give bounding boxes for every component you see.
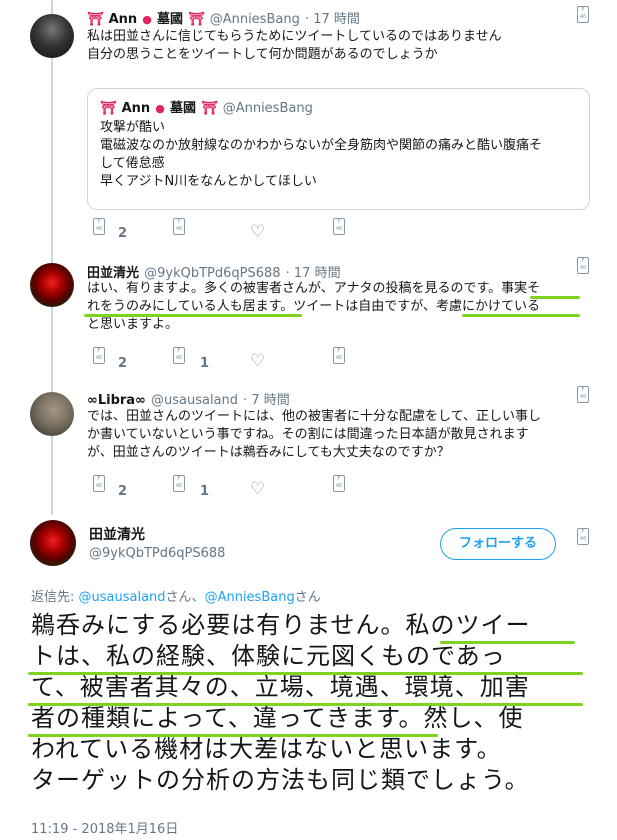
quote-author-suffix: 墓國	[169, 101, 196, 116]
highlight-underline	[440, 641, 575, 644]
quoted-tweet[interactable]: ⛩ Ann ● 墓國 ⛩ @AnniesBang 攻撃が酷い 電磁波なのか放射線…	[87, 88, 590, 210]
timestamp[interactable]: 11:19 - 2018年1月16日	[31, 818, 178, 837]
main-line: 鵜呑みにする必要は有りません。私のツイー	[31, 611, 531, 639]
retweet-icon[interactable]: F 46	[173, 218, 185, 235]
retweet-count: 1	[200, 484, 210, 499]
quote-text: 攻撃が酷い 電磁波なのか放射線なのかわからないが全身筋肉や関節の痛みと酷い腹痛そ…	[100, 119, 542, 191]
like-icon[interactable]: ♡	[250, 351, 265, 371]
highlight-underline	[84, 314, 302, 317]
share-icon[interactable]: F 46	[333, 347, 345, 364]
retweet-icon[interactable]: F 46	[173, 475, 185, 492]
main-line: ターゲットの分析の方法も同じ類でしょう。	[31, 766, 530, 794]
torii-icon: ⛩	[188, 12, 205, 27]
caret-icon[interactable]: F 46	[577, 528, 589, 545]
author-name[interactable]: 田並清光	[89, 524, 145, 544]
reply-to-link[interactable]: @usausaland	[79, 590, 166, 605]
quote-line: 電磁波なのか放射線なのかわからないが全身筋肉や関節の痛みと酷い腹痛そ	[100, 138, 543, 153]
reply-icon[interactable]: F 46	[93, 218, 105, 235]
quote-line: 早くアジトN川をなんとかしてほしい	[100, 174, 317, 189]
author-handle[interactable]: @9ykQbTPd6qPS688	[89, 546, 225, 561]
author-name[interactable]: Ann	[109, 12, 138, 27]
tweet-line: では、田並さんのツイートには、他の被害者に十分な配慮をして、正しい事し	[87, 409, 541, 424]
tweet-time[interactable]: · 17 時間	[286, 266, 341, 281]
tweet-text: 私は田並さんに信じてもらうためにツイートしているのではありません 自分の思うこと…	[87, 28, 502, 64]
reply-count: 2	[118, 356, 128, 371]
avatar[interactable]	[30, 263, 74, 307]
torii-icon: ⛩	[100, 101, 117, 116]
avatar[interactable]	[30, 392, 74, 436]
highlight-underline	[28, 672, 583, 675]
tweet-header: ∞Libra∞ @usausaland · 7 時間	[87, 389, 290, 408]
quote-author-name: Ann	[121, 101, 151, 116]
avatar[interactable]	[30, 14, 74, 58]
like-icon[interactable]: ♡	[250, 222, 265, 242]
quote-line: して倦怠感	[100, 156, 165, 171]
flag-icon: ●	[155, 102, 165, 115]
reply-to-prefix: 返信先:	[31, 590, 79, 605]
reply-icon[interactable]: F 46	[93, 347, 105, 364]
highlight-underline	[28, 703, 583, 706]
tweet-line: が、田並さんのツイートは鵜呑みにしても大丈夫なのですか？	[87, 445, 450, 460]
highlight-underline	[462, 314, 580, 317]
quote-author-handle: @AnniesBang	[222, 101, 313, 116]
reply-to: 返信先: @usausalandさん、@AnniesBangさん	[31, 586, 321, 605]
thread-line	[51, 0, 53, 515]
share-icon[interactable]: F 46	[333, 475, 345, 492]
tweet-line: と思いますよ。	[87, 317, 179, 332]
tweet-line: か書いていないという事ですね。その割には間違った日本語が散見されます	[87, 427, 529, 442]
reply-to-mid: さん、	[165, 590, 205, 605]
share-icon[interactable]: F 46	[333, 218, 345, 235]
reply-to-link[interactable]: @AnniesBang	[205, 590, 295, 605]
tweet-header: ⛩ Ann ● 墓國 ⛩ @AnniesBang · 17 時間	[87, 8, 360, 27]
main-line: われている機材は大差はないと思います。	[31, 735, 502, 763]
tweet-line: 私は田並さんに信じてもらうためにツイートしているのではありません	[87, 29, 502, 44]
follow-button[interactable]: フォローする	[440, 528, 556, 560]
highlight-underline	[530, 296, 580, 299]
tweet-line: 自分の思うことをツイートして何か問題があるのでしょうか	[87, 47, 438, 62]
like-icon[interactable]: ♡	[250, 479, 265, 499]
tweet-line: はい、有りますよ。多くの被害者さんが、アナタの投稿を見るのです。事実そ	[87, 281, 541, 296]
author-handle[interactable]: @usausaland	[151, 393, 238, 408]
tweet-time[interactable]: · 7 時間	[243, 393, 290, 408]
tweet-text: では、田並さんのツイートには、他の被害者に十分な配慮をして、正しい事し か書いて…	[87, 408, 541, 462]
retweet-icon[interactable]: F 46	[173, 347, 185, 364]
quote-line: 攻撃が酷い	[100, 120, 166, 135]
main-line: トは、私の経験、体験に元図くものであっ	[31, 642, 506, 670]
main-line: 者の種類によって、違ってきます。然し、使	[31, 704, 524, 732]
torii-icon: ⛩	[201, 101, 218, 116]
main-line: て、被害者其々の、立場、境遇、環境、加害	[31, 673, 530, 701]
torii-icon: ⛩	[87, 12, 104, 27]
caret-icon[interactable]: F 46	[577, 257, 589, 274]
caret-icon[interactable]: F 46	[577, 6, 589, 23]
tweet-header: 田並清光 @9ykQbTPd6qPS688 · 17 時間	[87, 262, 341, 281]
reply-icon[interactable]: F 46	[93, 475, 105, 492]
author-name[interactable]: ∞Libra∞	[87, 393, 146, 408]
reply-count: 2	[118, 484, 128, 499]
reply-to-suffix: さん	[294, 590, 321, 605]
tweet-time[interactable]: · 17 時間	[305, 12, 360, 27]
flag-icon: ●	[142, 13, 152, 26]
author-handle[interactable]: @AnniesBang	[210, 12, 300, 27]
retweet-count: 1	[200, 356, 210, 371]
author-handle[interactable]: @9ykQbTPd6qPS688	[144, 266, 280, 281]
quote-header: ⛩ Ann ● 墓國 ⛩ @AnniesBang	[100, 97, 313, 116]
avatar[interactable]	[30, 520, 76, 566]
highlight-underline	[28, 734, 438, 737]
reply-count: 2	[118, 226, 128, 241]
caret-icon[interactable]: F 46	[577, 386, 589, 403]
author-name[interactable]: 田並清光	[87, 266, 139, 281]
tweet-text: はい、有りますよ。多くの被害者さんが、アナタの投稿を見るのです。事実そ れをうの…	[87, 280, 540, 334]
author-name-suffix[interactable]: 墓國	[157, 12, 183, 27]
